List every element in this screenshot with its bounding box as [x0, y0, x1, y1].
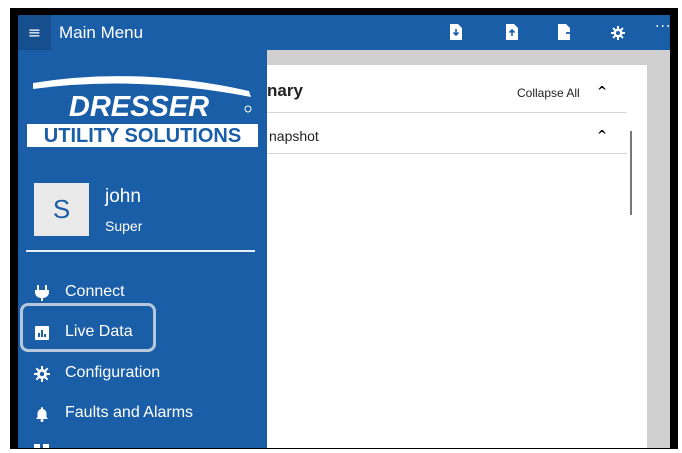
live-data-highlight [20, 303, 156, 352]
logo-tagline-text: UTILITY SOLUTIONS [44, 125, 241, 147]
nav-item-configuration[interactable]: Configuration [18, 360, 267, 390]
file-export-icon[interactable] [557, 24, 574, 40]
logo-brand-text: DRESSER [69, 91, 209, 123]
user-name: john [105, 186, 141, 207]
nav-divider [26, 250, 255, 252]
gear-icon [34, 366, 50, 382]
navigation-pane: DRESSER UTILITY SOLUTIONS S john Super C… [18, 50, 267, 448]
nav-item-partial[interactable] [18, 440, 267, 448]
app-window: ≡ Main Menu ··· nary Collapse All ^ naps… [18, 15, 670, 448]
chevron-up-icon[interactable]: ^ [597, 84, 607, 98]
file-upload-icon[interactable] [505, 24, 519, 40]
app-title: Main Menu [59, 23, 144, 42]
snapshot-row-label[interactable]: napshot [269, 128, 319, 144]
scrollbar[interactable] [630, 131, 632, 215]
nav-item-label: Connect [65, 283, 125, 300]
section-title: nary [267, 81, 303, 100]
user-role: Super [105, 218, 143, 234]
title-bar: ≡ Main Menu ··· [18, 15, 670, 50]
file-download-icon[interactable] [449, 24, 463, 40]
nav-item-faults-and-alarms[interactable]: Faults and Alarms [18, 400, 267, 430]
snapshot-chevron-up-icon[interactable]: ^ [597, 128, 607, 142]
partial-icon [34, 444, 49, 448]
hamburger-menu-icon[interactable]: ≡ [18, 15, 51, 50]
more-options-icon[interactable]: ··· [655, 19, 670, 35]
divider [267, 112, 627, 113]
settings-gear-icon[interactable] [611, 25, 625, 41]
divider [267, 153, 627, 154]
dresser-utility-solutions-logo: DRESSER UTILITY SOLUTIONS [27, 76, 258, 147]
collapse-all-button[interactable]: Collapse All [517, 86, 580, 100]
summary-panel: nary Collapse All ^ napshot ^ [247, 65, 647, 448]
avatar[interactable]: S [34, 183, 89, 236]
nav-item-label: Configuration [65, 364, 161, 381]
nav-item-label: Faults and Alarms [65, 404, 194, 421]
plug-icon [35, 285, 49, 301]
bell-icon [36, 407, 48, 422]
